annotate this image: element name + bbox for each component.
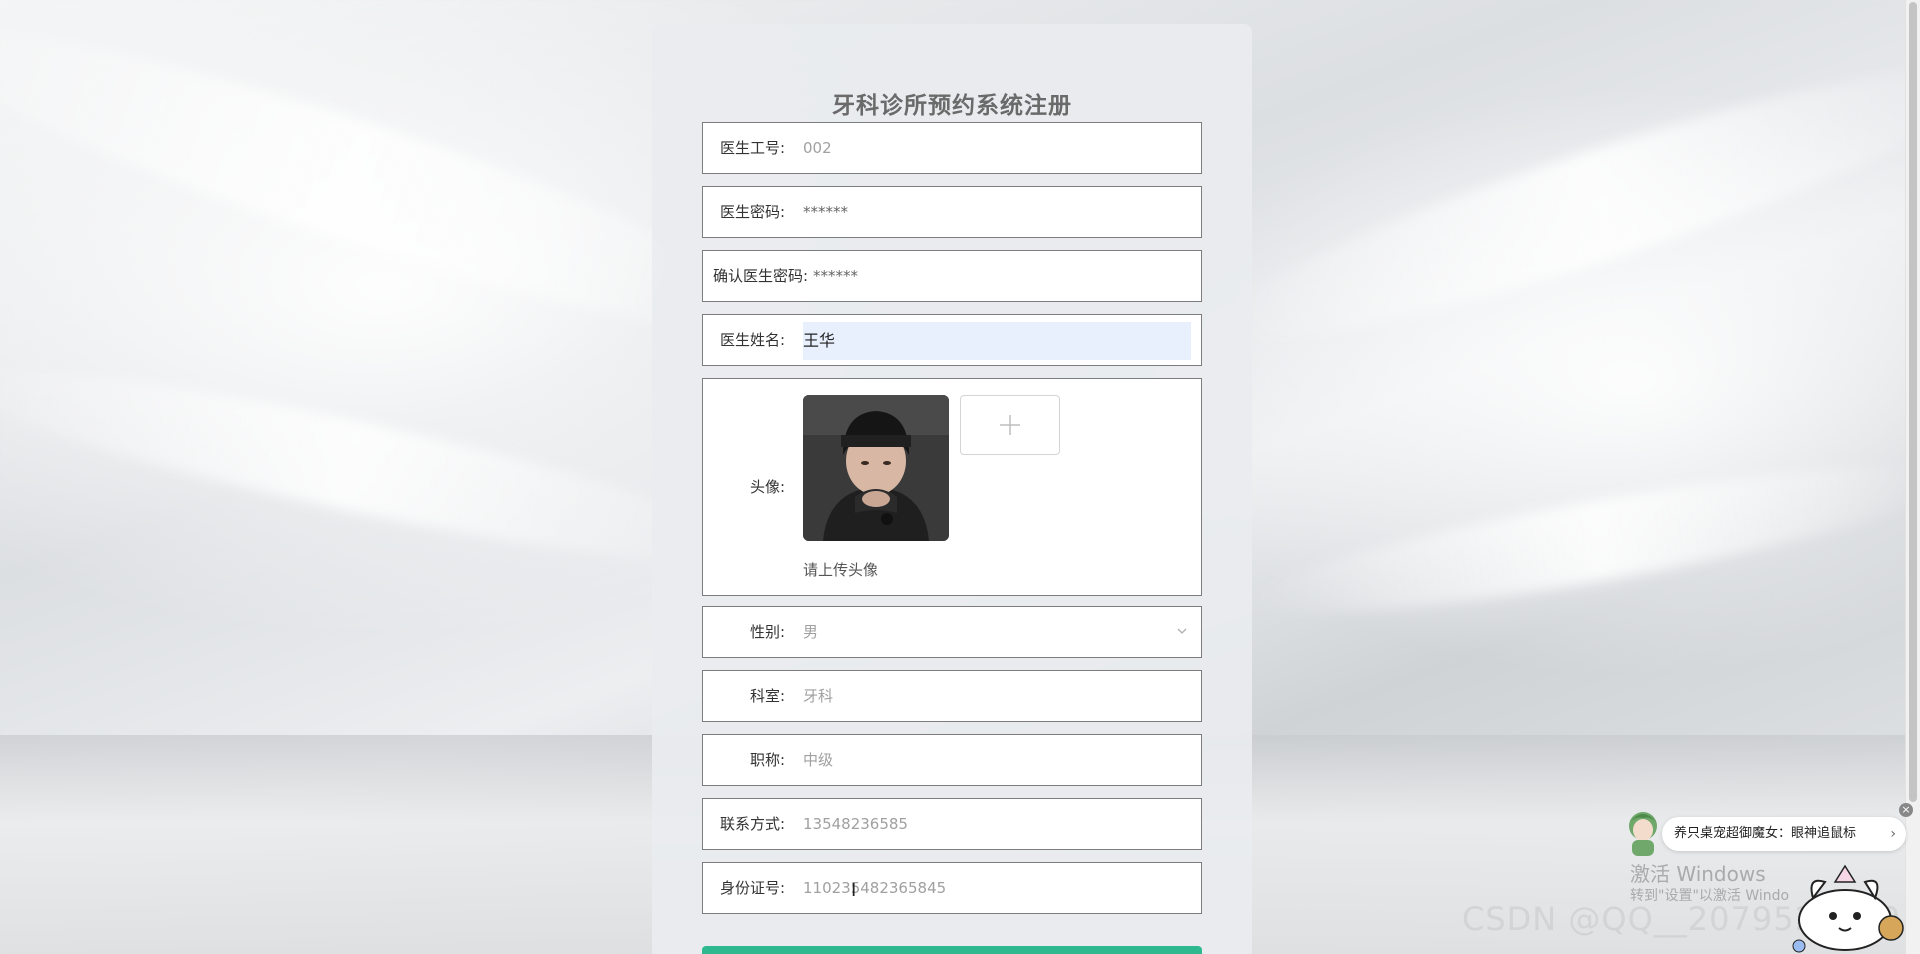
scrollbar-thumb[interactable] [1909,2,1917,802]
gender-label: 性别: [749,623,785,641]
password-label: 医生密码: [719,203,785,221]
avatar-photo-icon [803,395,949,541]
desktop-pet-icon[interactable] [1785,858,1905,954]
name-input[interactable]: 王华 [803,322,1191,360]
name-label: 医生姓名: [719,331,785,349]
title-label: 职称: [749,751,785,769]
confirm-password-row: 确认医生密码: ****** [702,250,1202,302]
background-streak [0,337,751,593]
desktop-pet-avatar-icon [1629,812,1657,856]
text-cursor-icon: I [851,880,857,901]
avatar-label: 头像: [749,478,785,496]
phone-input[interactable]: 13548236585 [803,799,908,849]
avatar-image[interactable] [803,395,949,541]
page-title: 牙科诊所预约系统注册 [832,93,1072,119]
password-row: 医生密码: ****** [702,186,1202,238]
password-input[interactable]: ****** [803,187,848,237]
toast-message: 养只桌宠超御魔女：眼神追鼠标 [1674,826,1857,841]
id-card-row: 身份证号: 110235482365845 [702,862,1202,914]
id-card-input[interactable]: 110235482365845 [803,863,946,913]
background-streak [1248,439,1920,641]
name-row: 医生姓名: 王华 [702,314,1202,366]
id-card-label: 身份证号: [719,879,785,897]
avatar-hint: 请上传头像 [803,561,879,579]
phone-row: 联系方式: 13548236585 [702,798,1202,850]
confirm-password-input[interactable]: ****** [813,251,858,301]
gender-select[interactable]: 男 [803,607,818,657]
windows-activation-text: 激活 Windows [1630,862,1766,886]
doctor-id-row: 医生工号: 002 [702,122,1202,174]
title-row: 职称: 中级 [702,734,1202,786]
background-streak [1202,29,1920,381]
avatar-row: 头像: 请上传头像 [702,378,1202,596]
doctor-id-input[interactable]: 002 [803,123,832,173]
submit-button[interactable] [702,946,1202,954]
gender-row[interactable]: 性别: 男 [702,606,1202,658]
phone-label: 联系方式: [719,815,785,833]
chevron-down-icon[interactable] [1175,624,1189,638]
desktop-pet-toast[interactable]: 养只桌宠超御魔女：眼神追鼠标 › [1662,817,1906,851]
plus-icon [1000,415,1020,435]
department-input[interactable]: 牙科 [803,671,833,721]
department-row: 科室: 牙科 [702,670,1202,722]
avatar-upload-button[interactable] [960,395,1060,455]
title-input[interactable]: 中级 [803,735,833,785]
close-icon[interactable]: × [1899,803,1913,817]
department-label: 科室: [749,687,785,705]
chevron-right-icon[interactable]: › [1890,817,1896,851]
doctor-id-label: 医生工号: [719,139,785,157]
